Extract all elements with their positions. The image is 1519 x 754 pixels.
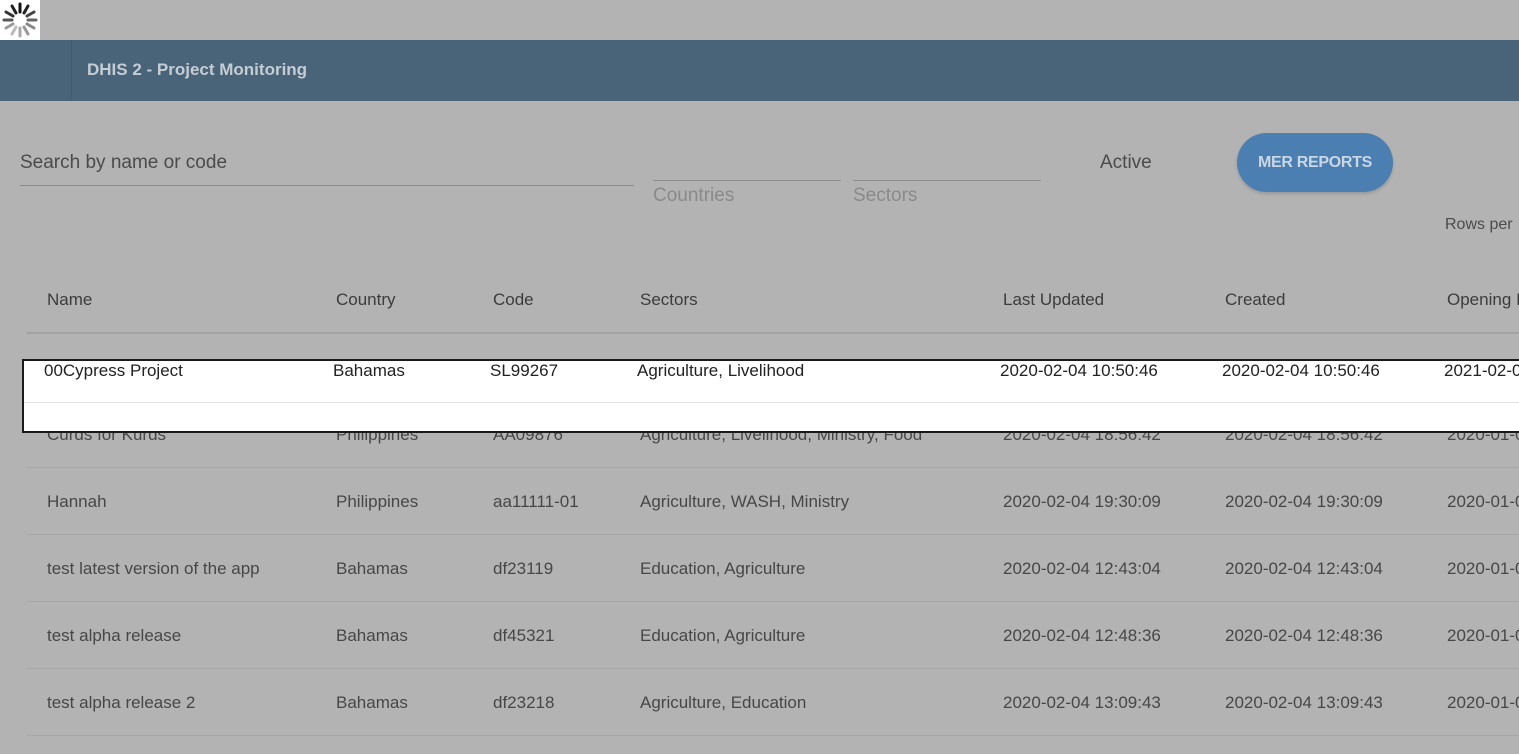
mer-reports-button[interactable]: MER REPORTS xyxy=(1237,133,1393,192)
column-header-last-updated[interactable]: Last Updated xyxy=(1003,290,1104,310)
table-row[interactable]: 00Cypress Project Bahamas SL99267 Agricu… xyxy=(24,361,1519,401)
cell-created: 2020-02-04 12:43:04 xyxy=(1225,559,1383,578)
cell-last-updated: 2020-02-04 12:48:36 xyxy=(1003,626,1161,645)
cell-name: 00Cypress Project xyxy=(44,361,183,380)
sectors-select[interactable]: Sectors xyxy=(853,180,1041,207)
app-header: DHIS 2 - Project Monitoring xyxy=(0,40,1519,101)
cell-last-updated: 2020-02-04 12:43:04 xyxy=(1003,559,1161,578)
cell-opening: 2020-01-0 xyxy=(1447,626,1519,645)
cell-code: df23119 xyxy=(493,559,554,578)
projects-table: Name Country Code Sectors Last Updated C… xyxy=(27,266,1519,736)
cell-country: Bahamas xyxy=(336,626,408,645)
cell-sectors: Agriculture, WASH, Ministry xyxy=(640,492,850,511)
column-header-sectors[interactable]: Sectors xyxy=(640,290,698,310)
column-header-created[interactable]: Created xyxy=(1225,290,1285,310)
cell-last-updated: 2020-02-04 10:50:46 xyxy=(1000,361,1158,380)
cell-created: 2020-02-04 13:09:43 xyxy=(1225,693,1383,712)
column-header-code[interactable]: Code xyxy=(493,290,534,310)
cell-name: test latest version of the app xyxy=(47,559,260,578)
cell-country: Philippines xyxy=(336,492,419,511)
column-header-country[interactable]: Country xyxy=(336,290,396,310)
cell-opening: 2020-01-0 xyxy=(1447,693,1519,712)
cell-created: 2020-02-04 19:30:09 xyxy=(1225,492,1383,511)
sectors-select-label: Sectors xyxy=(853,185,918,206)
cell-created: 2020-02-04 10:50:46 xyxy=(1222,361,1380,380)
countries-select[interactable]: Countries xyxy=(653,180,841,207)
table-row[interactable]: test alpha release Bahamas df45321 Educa… xyxy=(27,602,1519,669)
cell-created: 2020-02-04 12:48:36 xyxy=(1225,626,1383,645)
cell-sectors: Agriculture, Education xyxy=(640,693,807,712)
cell-code: df45321 xyxy=(493,626,555,645)
cell-last-updated: 2020-02-04 19:30:09 xyxy=(1003,492,1161,511)
cell-code: df23218 xyxy=(493,693,555,712)
cell-country: Bahamas xyxy=(336,559,408,578)
table-header: Name Country Code Sectors Last Updated C… xyxy=(27,266,1519,334)
loading-spinner-icon xyxy=(0,0,40,40)
cell-opening: 2021-02-0 xyxy=(1444,361,1519,380)
highlighted-table-row[interactable]: 00Cypress Project Bahamas SL99267 Agricu… xyxy=(22,359,1519,433)
cell-sectors: Education, Agriculture xyxy=(640,559,806,578)
header-divider xyxy=(71,40,72,101)
countries-select-label: Countries xyxy=(653,185,735,206)
cell-last-updated: 2020-02-04 13:09:43 xyxy=(1003,693,1161,712)
column-header-opening[interactable]: Opening I xyxy=(1447,290,1519,310)
cell-sectors: Education, Agriculture xyxy=(640,626,806,645)
table-row[interactable]: test alpha release 2 Bahamas df23218 Agr… xyxy=(27,669,1519,736)
table-row[interactable]: test latest version of the app Bahamas d… xyxy=(27,535,1519,602)
search-input[interactable] xyxy=(20,140,634,186)
cell-country: Bahamas xyxy=(336,693,408,712)
rows-per-page-label: Rows per xyxy=(1445,216,1513,233)
cell-opening: 2020-01-0 xyxy=(1447,559,1519,578)
cell-name: test alpha release xyxy=(47,626,182,645)
cell-opening: 2020-01-0 xyxy=(1447,492,1519,511)
cell-name: Hannah xyxy=(47,492,107,511)
cell-code: SL99267 xyxy=(490,361,559,380)
app-title: DHIS 2 - Project Monitoring xyxy=(87,60,308,79)
cell-name: test alpha release 2 xyxy=(47,693,196,712)
table-row[interactable]: Hannah Philippines aa11111-01 Agricultur… xyxy=(27,468,1519,535)
column-header-name[interactable]: Name xyxy=(47,290,92,310)
active-filter-label[interactable]: Active xyxy=(1100,152,1152,174)
cell-sectors: Agriculture, Livelihood xyxy=(637,361,805,380)
cell-country: Bahamas xyxy=(333,361,405,380)
cell-code: aa11111-01 xyxy=(493,492,579,511)
row-divider xyxy=(24,402,1519,403)
